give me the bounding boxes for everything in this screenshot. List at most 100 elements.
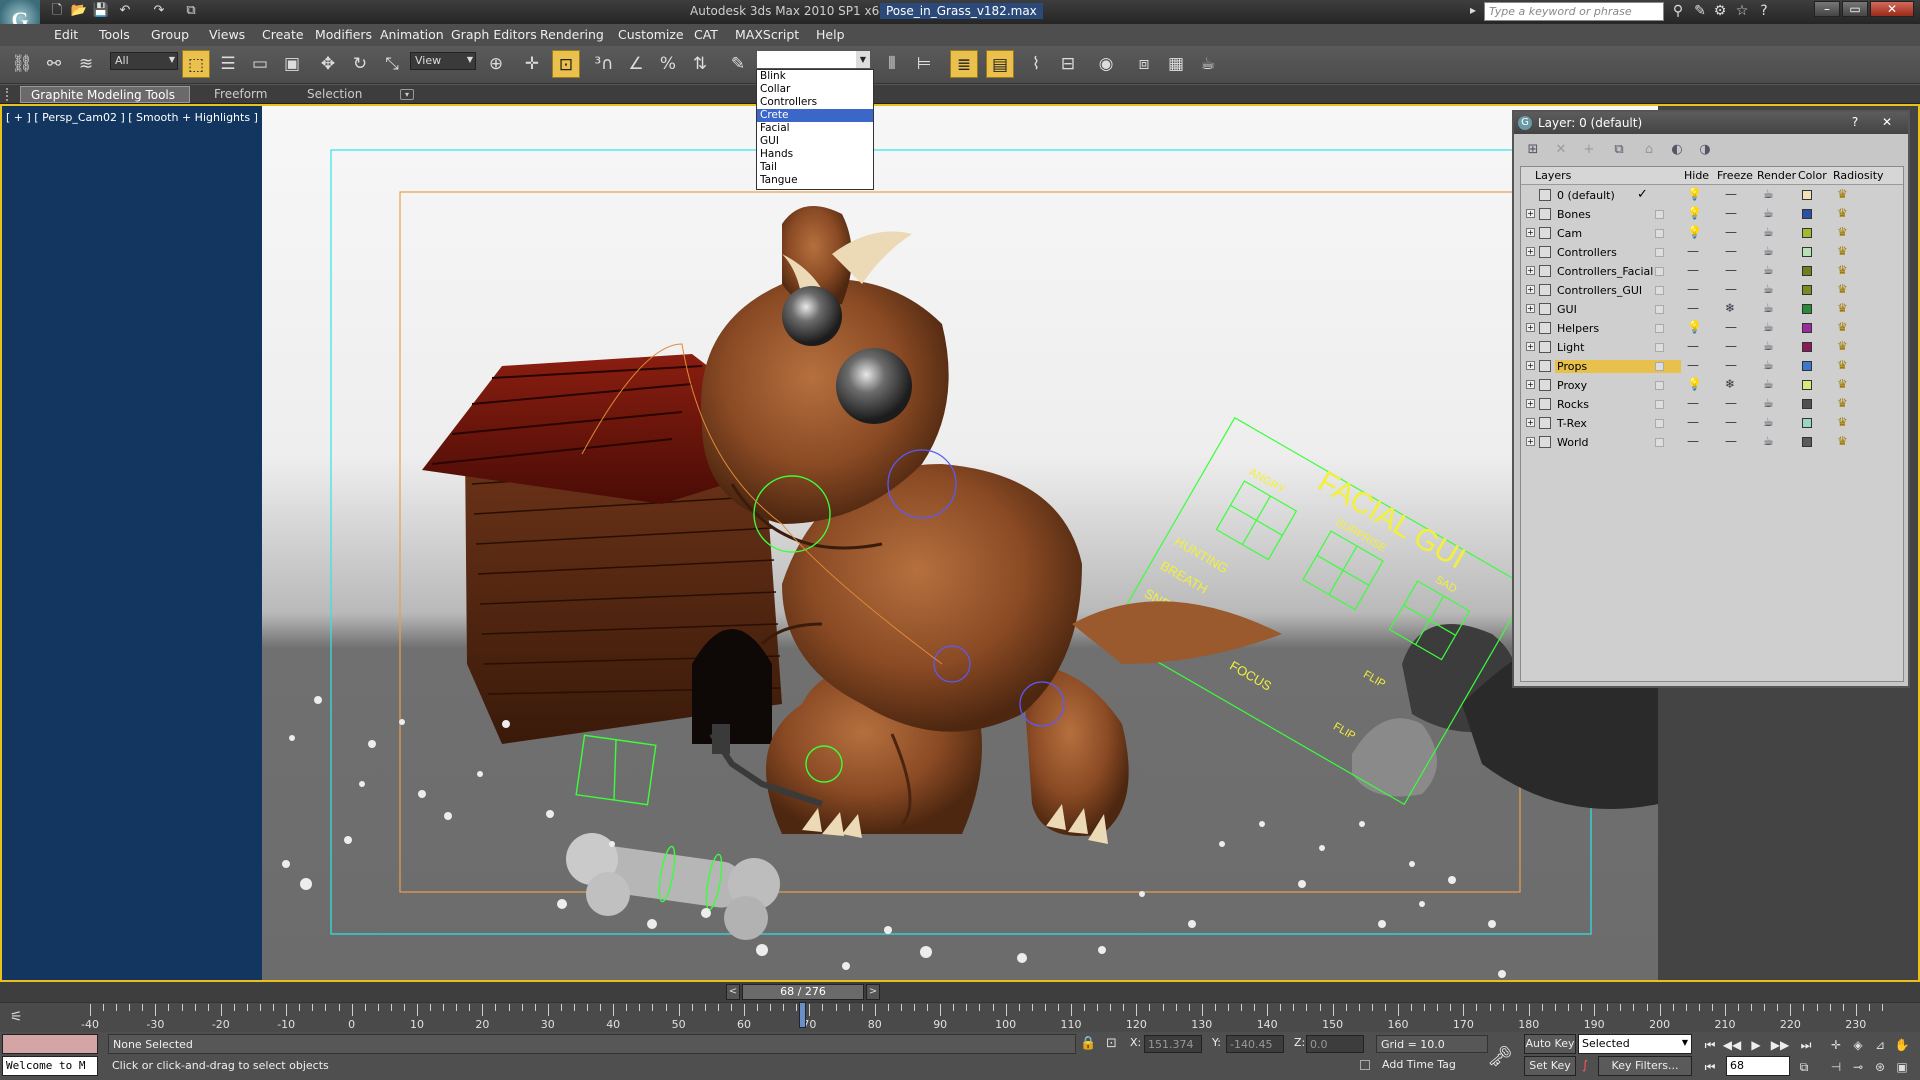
go-to-end-icon[interactable]: ⏭ [1796, 1036, 1816, 1054]
minimize-window-button[interactable]: – [1814, 1, 1840, 17]
edit-named-selection-icon[interactable]: ✎ [724, 50, 752, 78]
go-to-start-icon[interactable]: ⏮ [1700, 1036, 1720, 1054]
hide-lightbulb-icon[interactable]: 💡 [1687, 225, 1702, 239]
tab-graphite-modeling-tools[interactable]: Graphite Modeling Tools [20, 86, 190, 103]
maximize-viewport-icon[interactable]: ▣ [1892, 1058, 1912, 1076]
render-teapot-icon[interactable]: ☕ [1763, 377, 1774, 391]
radiosity-icon[interactable]: ♛ [1837, 396, 1848, 410]
layer-row[interactable]: + Controllers — — ☕ ♛ [1521, 243, 1903, 262]
render-teapot-icon[interactable]: ☕ [1763, 244, 1774, 258]
radiosity-icon[interactable]: ♛ [1837, 358, 1848, 372]
layer-color-swatch[interactable] [1802, 304, 1812, 314]
select-in-layer-icon[interactable]: ⧉ [1608, 140, 1630, 160]
curve-editor-mini-icon[interactable]: ⚟ [10, 1009, 32, 1025]
render-teapot-icon[interactable]: ☕ [1763, 282, 1774, 296]
selection-set-option[interactable]: Controllers [757, 96, 873, 109]
freeze-dash-icon[interactable]: — [1725, 263, 1737, 277]
selection-set-option[interactable]: Hands [757, 148, 873, 161]
menu-animation[interactable]: Animation [380, 27, 444, 42]
hide-dash-icon[interactable]: — [1687, 396, 1699, 410]
layer-name[interactable]: Controllers [1555, 246, 1619, 259]
delete-layer-icon[interactable]: ✕ [1550, 140, 1572, 160]
current-layer-toggle[interactable] [1655, 248, 1664, 257]
freeze-dash-icon[interactable]: — [1725, 339, 1737, 353]
selection-lock-icon[interactable]: 🔒 [1080, 1036, 1096, 1051]
hide-lightbulb-icon[interactable]: 💡 [1687, 206, 1702, 220]
select-and-link-icon[interactable]: ⛓ [8, 50, 36, 78]
key-filters-button[interactable]: Key Filters... [1598, 1056, 1692, 1076]
freeze-dash-icon[interactable]: — [1725, 320, 1737, 334]
hide-dash-icon[interactable]: — [1687, 434, 1699, 448]
current-layer-toggle[interactable] [1655, 438, 1664, 447]
create-layer-icon[interactable]: ⊞ [1522, 140, 1544, 160]
tab-freeform[interactable]: Freeform [204, 87, 277, 101]
layer-color-swatch[interactable] [1802, 323, 1812, 333]
menu-create[interactable]: Create [262, 27, 304, 42]
layer-color-swatch[interactable] [1802, 247, 1812, 257]
current-frame-marker[interactable] [799, 1002, 806, 1028]
add-to-layer-icon[interactable]: + [1578, 140, 1600, 160]
radiosity-icon[interactable]: ♛ [1837, 282, 1848, 296]
viewport-label[interactable]: [ + ] [ Persp_Cam02 ] [ Smooth + Highlig… [6, 111, 258, 124]
current-layer-toggle[interactable] [1655, 343, 1664, 352]
freeze-dash-icon[interactable]: — [1725, 244, 1737, 258]
selection-set-option[interactable]: Tangue [757, 174, 873, 187]
menu-help[interactable]: Help [816, 27, 845, 42]
dolly-icon[interactable]: ⊣ [1826, 1058, 1846, 1076]
freeze-snowflake-icon[interactable]: ❄ [1725, 377, 1735, 391]
ribbon-grip-icon[interactable] [6, 88, 10, 101]
expand-layer-icon[interactable]: + [1526, 418, 1535, 427]
current-layer-toggle[interactable] [1655, 381, 1664, 390]
radiosity-icon[interactable]: ♛ [1837, 339, 1848, 353]
rendered-frame-window-icon[interactable]: ▦ [1162, 50, 1190, 78]
key-mode-dropdown[interactable]: Selected [1578, 1034, 1692, 1054]
absolute-mode-icon[interactable]: ⊡ [1106, 1036, 1117, 1051]
hide-dash-icon[interactable]: — [1687, 339, 1699, 353]
select-by-name-icon[interactable]: ☰ [214, 50, 242, 78]
column-layers[interactable]: Layers [1535, 169, 1571, 182]
hide-dash-icon[interactable]: — [1687, 358, 1699, 372]
pivot-center-icon[interactable]: ⊕ [482, 50, 510, 78]
layer-row[interactable]: + Rocks — — ☕ ♛ [1521, 395, 1903, 414]
layer-name[interactable]: Rocks [1555, 398, 1591, 411]
unlink-icon[interactable]: ⚯ [40, 50, 68, 78]
mirror-icon[interactable]: ⫴ [878, 50, 906, 78]
time-configuration-icon[interactable]: ⧉ [1794, 1058, 1814, 1076]
window-crossing-icon[interactable]: ▣ [278, 50, 306, 78]
hide-dash-icon[interactable]: — [1687, 415, 1699, 429]
render-production-icon[interactable]: ☕ [1194, 50, 1222, 78]
restore-window-button[interactable]: ▭ [1842, 1, 1868, 17]
render-teapot-icon[interactable]: ☕ [1763, 396, 1774, 410]
select-object-icon[interactable]: ⬚ [182, 50, 210, 78]
hide-lightbulb-icon[interactable]: 💡 [1687, 320, 1702, 334]
layer-color-swatch[interactable] [1802, 437, 1812, 447]
selection-set-option[interactable]: GUI [757, 135, 873, 148]
menu-graph-editors[interactable]: Graph Editors [451, 27, 537, 42]
hide-dash-icon[interactable]: — [1687, 301, 1699, 315]
select-and-rotate-icon[interactable]: ↻ [346, 50, 374, 78]
project-folder-icon[interactable]: ⧉ [182, 3, 200, 19]
add-time-tag[interactable]: Add Time Tag [1382, 1058, 1456, 1071]
align-icon[interactable]: ⊨ [910, 50, 938, 78]
layer-name[interactable]: Cam [1555, 227, 1584, 240]
current-layer-toggle[interactable] [1655, 229, 1664, 238]
default-tangent-icon[interactable]: ∫ [1582, 1058, 1594, 1074]
radiosity-icon[interactable]: ♛ [1837, 206, 1848, 220]
render-setup-icon[interactable]: ⧈ [1130, 50, 1158, 78]
set-key-button[interactable]: Set Key [1524, 1056, 1576, 1076]
menu-views[interactable]: Views [209, 27, 245, 42]
layer-color-swatch[interactable] [1802, 342, 1812, 352]
maxscript-mini-listener[interactable] [2, 1034, 98, 1054]
close-window-button[interactable]: ✕ [1870, 1, 1914, 17]
column-color[interactable]: Color [1798, 169, 1827, 182]
hide-lightbulb-icon[interactable]: 💡 [1687, 377, 1702, 391]
freeze-dash-icon[interactable]: — [1725, 415, 1737, 429]
expand-layer-icon[interactable]: + [1526, 323, 1535, 332]
render-teapot-icon[interactable]: ☕ [1763, 187, 1774, 201]
key-mode-toggle-icon[interactable]: ⏮ [1700, 1058, 1720, 1076]
current-layer-toggle[interactable] [1655, 267, 1664, 276]
expand-layer-icon[interactable]: + [1526, 209, 1535, 218]
layer-name[interactable]: T-Rex [1555, 417, 1589, 430]
column-freeze[interactable]: Freeze [1717, 169, 1753, 182]
layer-row[interactable]: + Cam 💡 — ☕ ♛ [1521, 224, 1903, 243]
